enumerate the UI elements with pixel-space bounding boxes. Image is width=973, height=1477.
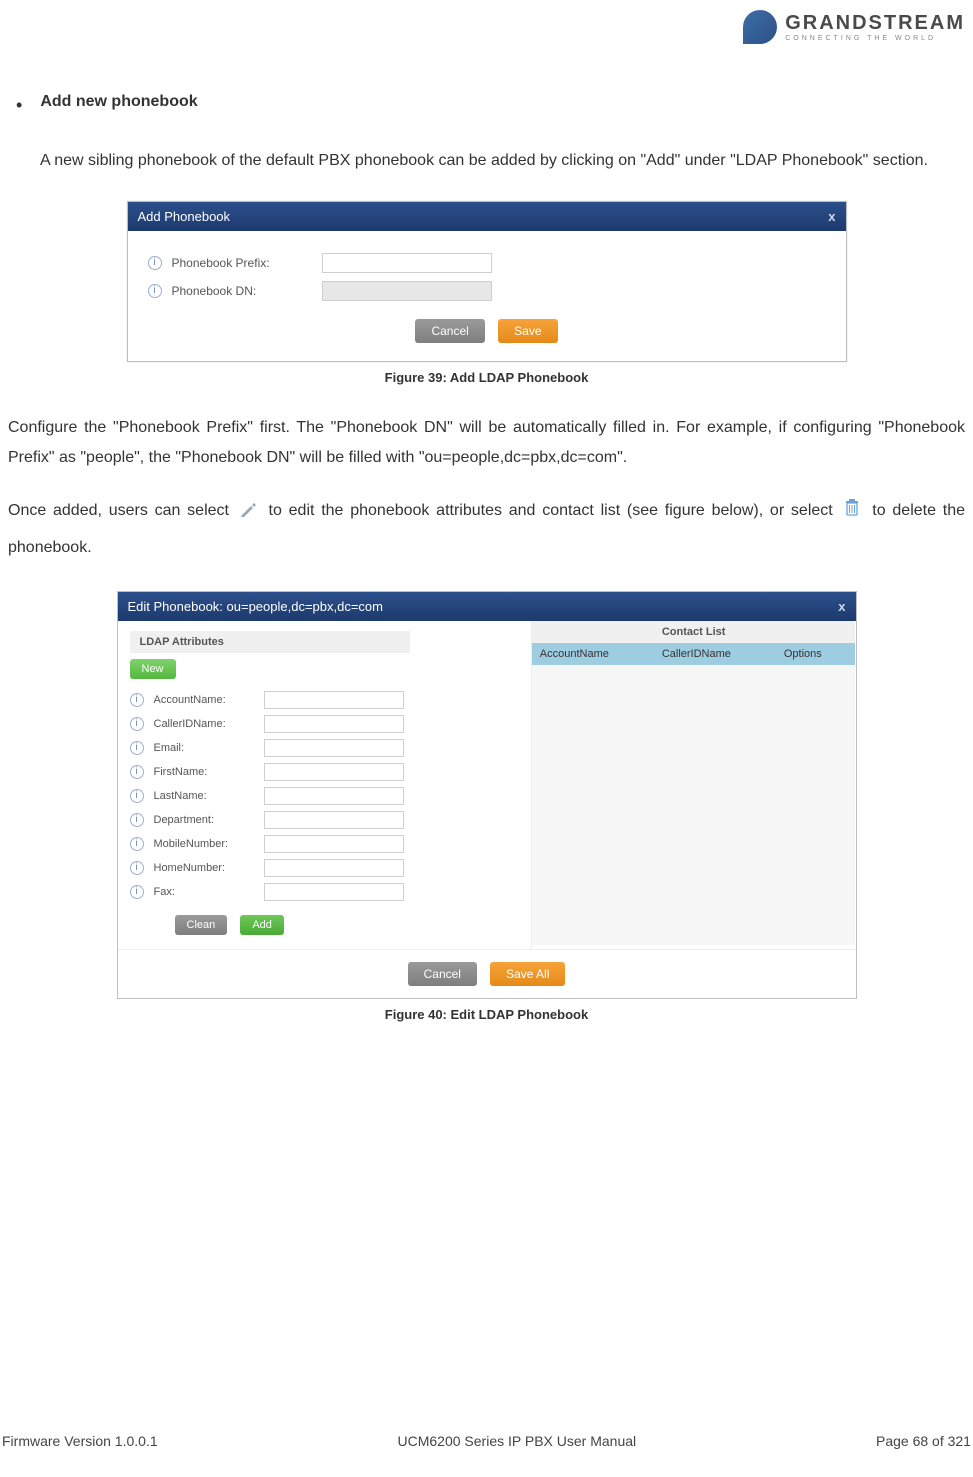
department-input[interactable] — [264, 811, 404, 829]
cancel-button[interactable]: Cancel — [408, 962, 477, 986]
paragraph-configure: Configure the "Phonebook Prefix" first. … — [8, 413, 965, 474]
info-icon: i — [130, 693, 144, 707]
info-icon: i — [130, 885, 144, 899]
email-label: Email: — [154, 742, 264, 754]
phonebook-dn-input — [322, 281, 492, 301]
para3-b: to edit the phonebook attributes and con… — [269, 502, 840, 519]
fax-label: Fax: — [154, 886, 264, 898]
info-icon: i — [130, 741, 144, 755]
accountname-label: AccountName: — [154, 694, 264, 706]
homenumber-input[interactable] — [264, 859, 404, 877]
contact-table-body — [532, 665, 856, 945]
phonebook-dn-label: Phonebook DN: — [172, 284, 322, 298]
col-accountname: AccountName — [532, 643, 654, 665]
info-icon: i — [130, 717, 144, 731]
footer-manual-title: UCM6200 Series IP PBX User Manual — [398, 1433, 637, 1449]
paragraph-intro: A new sibling phonebook of the default P… — [40, 146, 965, 176]
info-icon: i — [130, 765, 144, 779]
dialog-title: Add Phonebook — [138, 209, 231, 224]
calleridname-input[interactable] — [264, 715, 404, 733]
edit-icon — [240, 495, 258, 509]
col-options: Options — [776, 643, 856, 665]
col-calleridname: CallerIDName — [654, 643, 776, 665]
brand-tagline: CONNECTING THE WORLD — [785, 35, 965, 42]
brand-logo: GRANDSTREAM CONNECTING THE WORLD — [8, 0, 965, 53]
phonebook-prefix-input[interactable] — [322, 253, 492, 273]
para3-a: Once added, users can select — [8, 502, 236, 519]
info-icon: i — [130, 813, 144, 827]
contact-table-header: AccountName CallerIDName Options — [532, 643, 856, 665]
figure-39-caption: Figure 39: Add LDAP Phonebook — [8, 370, 965, 385]
close-icon[interactable]: x — [828, 209, 835, 224]
phonebook-prefix-label: Phonebook Prefix: — [172, 256, 322, 270]
delete-icon — [844, 495, 862, 509]
figure-40-caption: Figure 40: Edit LDAP Phonebook — [8, 1007, 965, 1022]
footer-page-number: Page 68 of 321 — [876, 1433, 971, 1449]
fax-input[interactable] — [264, 883, 404, 901]
footer-firmware: Firmware Version 1.0.0.1 — [2, 1433, 158, 1449]
firstname-input[interactable] — [264, 763, 404, 781]
brand-name: GRANDSTREAM — [785, 13, 965, 33]
bullet-icon: • — [16, 93, 22, 118]
homenumber-label: HomeNumber: — [154, 862, 264, 874]
mobilenumber-input[interactable] — [264, 835, 404, 853]
accountname-input[interactable] — [264, 691, 404, 709]
add-button[interactable]: Add — [240, 915, 284, 935]
ldap-attributes-header: LDAP Attributes — [130, 631, 410, 653]
new-button[interactable]: New — [130, 659, 176, 679]
lastname-label: LastName: — [154, 790, 264, 802]
contact-list-header: Contact List — [532, 621, 856, 643]
cancel-button[interactable]: Cancel — [415, 319, 484, 343]
edit-dialog-title: Edit Phonebook: ou=people,dc=pbx,dc=com — [128, 599, 384, 614]
close-icon[interactable]: x — [838, 599, 845, 614]
clean-button[interactable]: Clean — [175, 915, 228, 935]
mobilenumber-label: MobileNumber: — [154, 838, 264, 850]
info-icon: i — [130, 861, 144, 875]
info-icon: i — [148, 284, 162, 298]
add-phonebook-dialog: Add Phonebook x i Phonebook Prefix: i Ph… — [127, 201, 847, 362]
info-icon: i — [130, 837, 144, 851]
section-title: Add new phonebook — [40, 93, 197, 111]
department-label: Department: — [154, 814, 264, 826]
email-input[interactable] — [264, 739, 404, 757]
paragraph-actions: Once added, users can select to edit the… — [8, 493, 965, 567]
edit-phonebook-dialog: Edit Phonebook: ou=people,dc=pbx,dc=com … — [117, 591, 857, 999]
save-all-button[interactable]: Save All — [490, 962, 565, 986]
firstname-label: FirstName: — [154, 766, 264, 778]
calleridname-label: CallerIDName: — [154, 718, 264, 730]
info-icon: i — [148, 256, 162, 270]
logo-mark-icon — [743, 10, 777, 44]
info-icon: i — [130, 789, 144, 803]
save-button[interactable]: Save — [498, 319, 557, 343]
lastname-input[interactable] — [264, 787, 404, 805]
